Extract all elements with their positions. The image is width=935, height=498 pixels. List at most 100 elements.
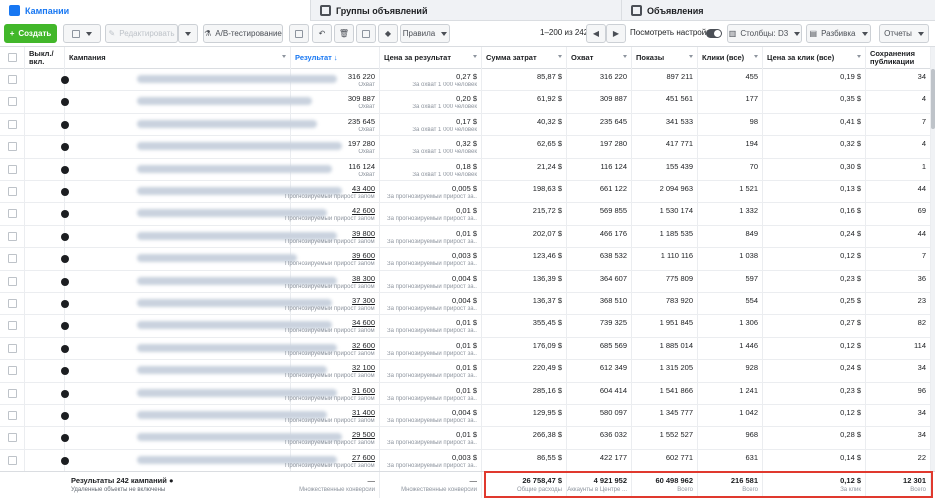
table-row[interactable]: 309 887 Охват 0,20 $ За охват 1 000 человек… (0, 91, 935, 114)
campaign-name-cell[interactable] (65, 181, 342, 203)
campaign-name-redacted[interactable] (137, 97, 312, 106)
table-row[interactable]: 39 800Прогнозируемый прирост запомин...0… (0, 225, 935, 249)
row-checkbox[interactable] (8, 254, 17, 264)
col-onoff[interactable]: Выкл./вкл. (25, 47, 65, 69)
prev-page-button[interactable]: ◀ (586, 24, 606, 43)
table-row[interactable]: 39 600Прогнозируемый прирост запомин...0… (0, 248, 935, 271)
delete-button[interactable]: 🗑 (334, 24, 354, 43)
result-value[interactable]: 29 500 (352, 430, 375, 439)
table-row[interactable]: 32 600Прогнозируемый прирост запомин...0… (0, 337, 935, 361)
campaign-name-cell[interactable] (65, 270, 337, 293)
row-checkbox[interactable] (8, 119, 17, 129)
campaign-name-cell[interactable] (65, 293, 332, 315)
table-row[interactable]: 42 600Прогнозируемый прирост запомин...0… (0, 203, 935, 226)
result-value[interactable]: 43 400 (352, 184, 375, 193)
clipboard-button[interactable] (289, 24, 309, 43)
table-row[interactable]: 116 124 Охват 0,18 $ За охват 1 000 человек… (0, 158, 935, 181)
tab-ads[interactable]: Объявления (622, 0, 935, 21)
row-checkbox[interactable] (8, 343, 17, 353)
campaign-name-cell[interactable] (65, 225, 337, 248)
table-row[interactable]: 31 600Прогнозируемый прирост запомин...0… (0, 382, 935, 405)
columns-button[interactable]: ▥ Столбцы: D3 (727, 24, 802, 43)
col-cpr[interactable]: Цена за результат (380, 47, 482, 69)
result-value[interactable]: 42 600 (352, 206, 375, 215)
result-value[interactable]: 34 600 (352, 318, 375, 327)
select-all-cell[interactable] (0, 47, 25, 69)
row-checkbox[interactable] (8, 209, 17, 219)
col-reach[interactable]: Охват (567, 47, 632, 69)
table-row[interactable]: 27 600Прогнозируемый прирост запомин...0… (0, 449, 935, 471)
edit-button[interactable]: ✎ Редактировать (105, 24, 178, 43)
info-icon[interactable]: ● (169, 476, 174, 485)
table-row[interactable]: 32 100Прогнозируемый прирост запомин...0… (0, 360, 935, 383)
breakdown-button[interactable]: ▤ Разбивка (806, 24, 871, 43)
result-value[interactable]: 116 124 (348, 162, 375, 171)
result-value[interactable]: 31 400 (352, 408, 375, 417)
campaign-name-cell[interactable] (65, 136, 342, 159)
preview-button[interactable] (356, 24, 376, 43)
campaign-name-cell[interactable] (65, 248, 297, 271)
row-checkbox[interactable] (8, 75, 17, 84)
ab-test-button[interactable]: ⚗ A/B-тестирование (203, 24, 283, 43)
tag-button[interactable]: ◆ (378, 24, 398, 43)
table-row[interactable]: 38 300Прогнозируемый прирост запомин...0… (0, 270, 935, 293)
table-row[interactable]: 34 600Прогнозируемый прирост запомин...0… (0, 315, 935, 338)
row-checkbox[interactable] (8, 299, 17, 308)
campaign-name-cell[interactable] (65, 91, 312, 114)
table-row[interactable]: 235 645 Охват 0,17 $ За охват 1 000 человек… (0, 113, 935, 137)
table-row[interactable]: 37 300Прогнозируемый прирост запомин...0… (0, 293, 935, 316)
campaign-name-redacted[interactable] (137, 254, 297, 263)
campaign-name-cell[interactable] (65, 360, 327, 383)
table-row[interactable]: 197 280 Охват 0,32 $ За охват 1 000 человек… (0, 136, 935, 159)
col-clicks[interactable]: Клики (все) (698, 47, 763, 69)
undo-button[interactable]: ↶ (312, 24, 332, 43)
table-row[interactable]: 29 500Прогнозируемый прирост запомин...0… (0, 427, 935, 450)
campaign-name-cell[interactable] (65, 337, 337, 360)
row-checkbox[interactable] (8, 433, 17, 443)
row-checkbox[interactable] (8, 388, 17, 398)
row-checkbox[interactable] (8, 411, 17, 420)
edit-menu-button[interactable] (178, 24, 198, 43)
campaign-name-cell[interactable] (65, 405, 327, 427)
row-checkbox[interactable] (8, 366, 17, 376)
row-checkbox[interactable] (8, 97, 17, 107)
table-row[interactable]: 43 400Прогнозируемый прирост запомин...0… (0, 181, 935, 204)
select-all-checkbox[interactable] (8, 53, 17, 62)
campaign-name-cell[interactable] (65, 203, 327, 226)
result-value[interactable]: 39 800 (352, 229, 375, 238)
campaign-name-cell[interactable] (65, 315, 332, 338)
row-checkbox[interactable] (8, 231, 17, 241)
result-value[interactable]: 37 300 (352, 296, 375, 305)
result-value[interactable]: 32 100 (352, 363, 375, 372)
row-checkbox[interactable] (8, 321, 17, 331)
duplicate-button[interactable] (63, 24, 101, 43)
result-value[interactable]: 39 600 (352, 251, 375, 260)
col-cpc[interactable]: Цена за клик (все) (763, 47, 866, 69)
table-row[interactable]: 316 220 Охват 0,27 $ За охват 1 000 человек… (0, 69, 935, 92)
create-button[interactable]: + Создать (4, 24, 57, 43)
campaign-name-cell[interactable] (65, 113, 317, 136)
tab-campaigns[interactable]: Кампании (0, 0, 311, 21)
result-value[interactable]: 27 600 (352, 453, 375, 462)
col-saves[interactable]: Сохранения публикации (866, 47, 931, 69)
reports-button[interactable]: Отчеты (879, 24, 929, 43)
view-settings-toggle[interactable] (706, 29, 722, 38)
col-impressions[interactable]: Показы (632, 47, 698, 69)
row-checkbox[interactable] (8, 142, 17, 152)
table-row[interactable]: 31 400Прогнозируемый прирост запомин...0… (0, 405, 935, 428)
campaign-name-cell[interactable] (65, 427, 342, 450)
row-checkbox[interactable] (8, 455, 17, 465)
col-result[interactable]: Результат ↓ (291, 47, 380, 69)
campaign-name-cell[interactable] (65, 449, 337, 471)
vertical-scrollbar[interactable] (931, 47, 935, 471)
rules-button[interactable]: Правила (400, 24, 450, 43)
campaign-name-redacted[interactable] (137, 119, 317, 128)
result-value[interactable]: 309 887 (348, 94, 375, 103)
next-page-button[interactable]: ▶ (606, 24, 626, 43)
row-checkbox[interactable] (8, 187, 17, 196)
row-checkbox[interactable] (8, 276, 17, 286)
result-value[interactable]: 38 300 (352, 274, 375, 283)
result-value[interactable]: 316 220 (348, 72, 375, 81)
tab-adsets[interactable]: Группы объявлений (311, 0, 622, 21)
result-value[interactable]: 197 280 (348, 139, 375, 148)
